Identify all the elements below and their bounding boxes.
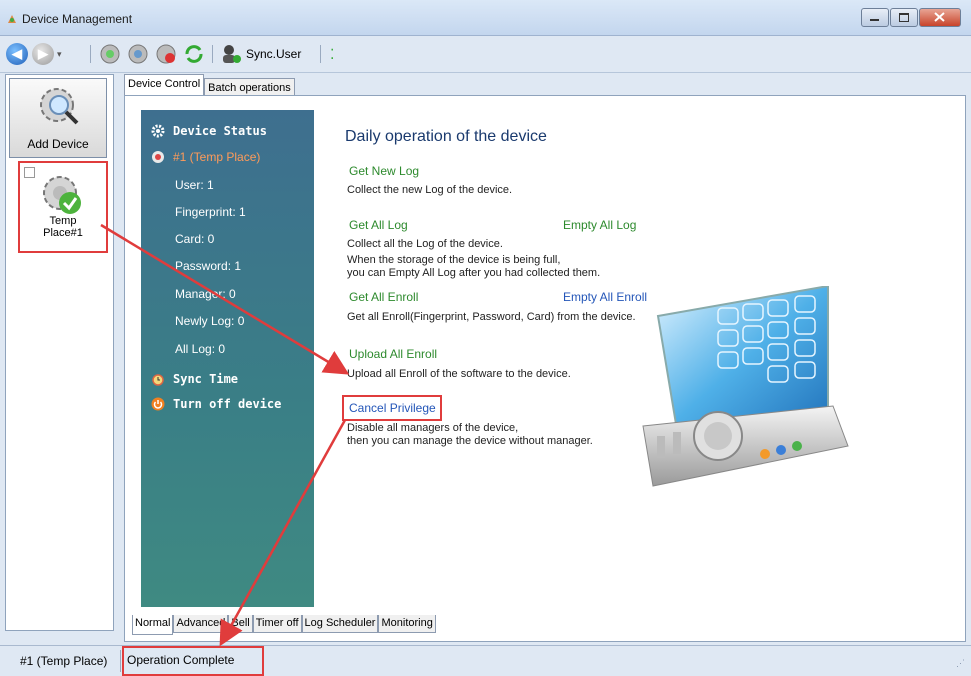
- power-icon: [151, 397, 165, 411]
- gear-connected-icon: [43, 176, 81, 214]
- stat-manager: Manager: 0: [175, 287, 236, 301]
- bottom-tab-strip: Normal Advanced Bell Timer off Log Sched…: [132, 615, 436, 635]
- status-bar: #1 (Temp Place) Operation Complete ⋰: [0, 645, 971, 676]
- tab-log-scheduler[interactable]: Log Scheduler: [301, 615, 379, 633]
- minimize-icon: [870, 19, 879, 21]
- stat-user: User: 1: [175, 178, 214, 192]
- device-name: #1 (Temp Place): [173, 150, 261, 164]
- window-title: Device Management: [22, 12, 133, 26]
- empty-all-log-link[interactable]: Empty All Log: [563, 218, 636, 232]
- stat-password: Password: 1: [175, 259, 242, 273]
- refresh-icon: [185, 45, 203, 63]
- minimize-button[interactable]: [861, 8, 889, 27]
- refresh-button[interactable]: [183, 42, 205, 66]
- stat-all-log: All Log: 0: [175, 342, 226, 356]
- gear-disconnect-icon: [156, 44, 176, 64]
- dropdown-arrow-icon: ▾: [57, 48, 62, 59]
- device-item-label: Temp Place#1: [20, 215, 106, 239]
- maximize-icon: [899, 13, 909, 22]
- get-new-log-desc: Collect the new Log of the device.: [347, 184, 513, 196]
- empty-log-desc: you can Empty All Log after you had coll…: [347, 267, 601, 279]
- tab-monitoring[interactable]: Monitoring: [378, 615, 436, 633]
- cancel-privilege-highlight: [342, 395, 442, 421]
- get-all-enroll-link[interactable]: Get All Enroll: [349, 290, 418, 304]
- tab-normal[interactable]: Normal: [132, 615, 174, 635]
- turn-off-device-action[interactable]: Turn off device: [151, 397, 281, 411]
- title-bar: Device Management: [0, 0, 971, 36]
- stat-newly-log: Newly Log: 0: [175, 314, 245, 328]
- gear-icon: [151, 124, 165, 138]
- status-message-highlight: [122, 646, 264, 676]
- gear-search-icon: [128, 44, 148, 64]
- upload-all-enroll-desc: Upload all Enroll of the software to the…: [347, 368, 571, 380]
- dots-icon: ⁚: [330, 46, 335, 62]
- upload-all-enroll-link[interactable]: Upload All Enroll: [349, 347, 437, 361]
- maximize-button[interactable]: [890, 8, 918, 27]
- forward-arrow-icon: ▶: [32, 43, 54, 65]
- stat-card: Card: 0: [175, 232, 215, 246]
- device-illustration: [642, 286, 849, 487]
- sync-user-label: Sync.User: [246, 47, 302, 61]
- device-label-line2: Place#1: [43, 227, 83, 239]
- cancel-privilege-desc1: Disable all managers of the device,: [347, 422, 519, 434]
- back-button[interactable]: ◀: [6, 42, 28, 66]
- device-item-link[interactable]: #1 (Temp Place): [151, 150, 260, 164]
- tab-bell[interactable]: Bell: [228, 615, 253, 633]
- get-all-log-link[interactable]: Get All Log: [349, 218, 408, 232]
- device-sidebar: Add Device Temp Place#1: [5, 74, 114, 631]
- page-title: Daily operation of the device: [345, 128, 547, 145]
- device-item-temp-place[interactable]: Temp Place#1: [18, 161, 108, 253]
- search-device-button[interactable]: [126, 42, 150, 66]
- turn-off-label: Turn off device: [173, 397, 282, 411]
- device-label-line1: Temp: [49, 215, 77, 227]
- sync-time-label: Sync Time: [173, 372, 239, 386]
- app-icon: [8, 15, 16, 23]
- device-status-heading: Device Status: [151, 124, 267, 138]
- top-tab-strip: Device Control Batch operations: [124, 74, 295, 96]
- device-control-panel: Device Status #1 (Temp Place) User: 1 Fi…: [124, 95, 966, 642]
- user-sync-icon: [223, 45, 241, 63]
- resize-grip-icon[interactable]: ⋰: [956, 658, 965, 669]
- close-button[interactable]: [919, 8, 961, 27]
- cancel-privilege-desc2: then you can manage the device without m…: [347, 435, 593, 447]
- daily-operations-content: Daily operation of the device Get New Lo…: [333, 96, 933, 606]
- device-icon: [152, 151, 164, 163]
- sync-time-action[interactable]: Sync Time: [151, 372, 238, 386]
- toolbar-separator: [212, 45, 213, 63]
- get-new-log-link[interactable]: Get New Log: [349, 164, 419, 178]
- stat-fingerprint: Fingerprint: 1: [175, 205, 246, 219]
- gear-connect-icon: [100, 44, 120, 64]
- toolbar-separator: [320, 45, 321, 63]
- get-all-log-desc: Collect all the Log of the device.: [347, 238, 503, 250]
- tab-timer-off[interactable]: Timer off: [252, 615, 302, 633]
- add-device-label: Add Device: [27, 137, 89, 151]
- sync-user-button[interactable]: Sync.User: [220, 42, 301, 66]
- close-icon: [934, 12, 945, 22]
- tab-batch-operations[interactable]: Batch operations: [204, 78, 295, 96]
- window-controls: [860, 8, 961, 27]
- tab-device-control[interactable]: Device Control: [124, 74, 205, 95]
- disconnect-device-button[interactable]: [154, 42, 178, 66]
- gear-magnifier-icon: [40, 88, 79, 125]
- forward-button[interactable]: ▶ ▾: [32, 42, 62, 66]
- add-device-button[interactable]: Add Device: [9, 78, 107, 158]
- status-indicator: ⁚: [330, 42, 334, 66]
- alarm-clock-icon: [152, 374, 164, 386]
- tab-advanced[interactable]: Advanced: [173, 615, 229, 633]
- device-checkbox[interactable]: [24, 167, 35, 178]
- device-status-panel: Device Status #1 (Temp Place) User: 1 Fi…: [141, 110, 314, 607]
- toolbar-separator: [90, 45, 91, 63]
- get-all-enroll-desc: Get all Enroll(Fingerprint, Password, Ca…: [347, 311, 636, 323]
- storage-full-desc: When the storage of the device is being …: [347, 254, 561, 266]
- status-divider: [120, 650, 121, 672]
- device-status-title: Device Status: [173, 124, 267, 138]
- back-arrow-icon: ◀: [6, 43, 28, 65]
- status-device: #1 (Temp Place): [20, 654, 108, 668]
- toolbar: ◀ ▶ ▾ Sync.User ⁚: [0, 36, 971, 73]
- connect-device-button[interactable]: [98, 42, 122, 66]
